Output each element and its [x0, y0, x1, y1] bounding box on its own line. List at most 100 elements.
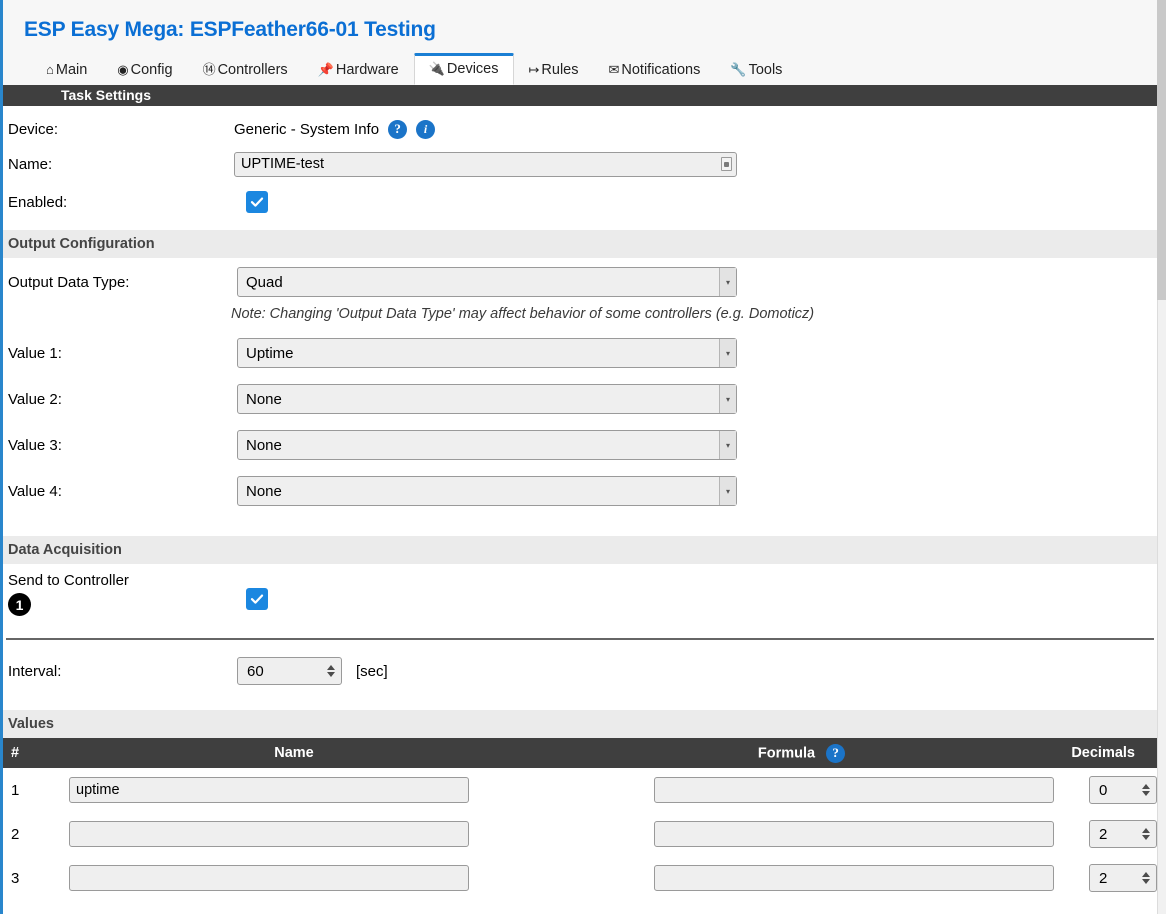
- stepper-arrows-icon[interactable]: [1142, 784, 1150, 796]
- row-2-name-cell: [39, 812, 549, 856]
- value-3-select[interactable]: None ▾: [237, 430, 737, 460]
- tab-rules[interactable]: ↦ Rules: [514, 55, 594, 86]
- name-row: Name:: [3, 146, 1157, 182]
- value-3-value: None: [246, 436, 282, 454]
- check-icon: [250, 197, 264, 207]
- tab-devices[interactable]: 🔌 Devices: [413, 52, 514, 85]
- chevron-down-icon: ▾: [719, 477, 736, 505]
- scrollbar-thumb[interactable]: [1157, 0, 1166, 300]
- chat-icon: ⑭: [202, 62, 216, 78]
- tab-controllers-label: Controllers: [217, 61, 288, 78]
- row-2-num: 2: [11, 825, 20, 843]
- row-1-num: 1: [11, 781, 20, 799]
- row-2-formula-input[interactable]: [654, 821, 1054, 847]
- tab-main[interactable]: ⌂ Main: [31, 55, 102, 86]
- stepper-arrows-icon[interactable]: [1142, 872, 1150, 884]
- stepper-arrows-icon[interactable]: [327, 665, 335, 677]
- page-root: ESP Easy Mega: ESPFeather66-01 Testing ⌂…: [0, 0, 1166, 914]
- table-row: 3 2: [3, 856, 1157, 900]
- device-help-icon[interactable]: ?: [388, 119, 408, 139]
- value-4-select[interactable]: None ▾: [237, 476, 737, 506]
- row-1-name-input[interactable]: [69, 777, 469, 803]
- values-table: # Name Formula ? Decimals 1 uptime 0 2 2…: [3, 738, 1157, 900]
- row-3-formula-cell: [549, 856, 1054, 900]
- values-table-body: 1 0: [3, 768, 1157, 900]
- tab-hardware-label: Hardware: [335, 61, 399, 78]
- name-label: Name:: [8, 155, 53, 173]
- datalist-dropdown-icon[interactable]: [721, 157, 732, 171]
- wrench-icon: 🔧: [730, 62, 747, 78]
- send-to-controller-label-group: Send to Controller 1: [8, 572, 234, 616]
- row-3-decimals-stepper[interactable]: 2: [1089, 864, 1157, 892]
- value-1-row: Value 1: Uptime ▾: [3, 330, 1157, 376]
- device-label: Device:: [8, 120, 59, 138]
- arrow-branch-icon: ↦: [528, 62, 540, 78]
- value-2-row: Value 2: None ▾: [3, 376, 1157, 422]
- value-4-value: None: [246, 482, 282, 500]
- row-3-name-cell: [39, 856, 549, 900]
- row-1-decimals-stepper[interactable]: 0: [1089, 776, 1157, 804]
- enabled-row: Enabled:: [3, 182, 1157, 222]
- check-icon: [250, 594, 264, 604]
- col-header-decimals: Decimals: [1054, 738, 1157, 768]
- task-settings-bar: Task Settings: [3, 85, 1157, 106]
- row-1-decimals-value: 0: [1099, 781, 1108, 799]
- value-2-select[interactable]: None ▾: [237, 384, 737, 414]
- row-3-name-input[interactable]: [69, 865, 469, 891]
- left-accent-strip: [0, 0, 3, 914]
- tab-config-label: Config: [130, 61, 173, 78]
- tab-notifications[interactable]: ✉ Notifications: [593, 55, 715, 86]
- data-acquisition-header: Data Acquisition: [3, 536, 1157, 564]
- tab-tools-label: Tools: [748, 61, 783, 78]
- enabled-checkbox[interactable]: [246, 191, 268, 213]
- row-3-formula-input[interactable]: [654, 865, 1054, 891]
- chevron-down-icon: ▾: [719, 268, 736, 296]
- table-row: 1 0: [3, 768, 1157, 812]
- output-data-type-select[interactable]: Quad ▾: [237, 267, 737, 297]
- tab-controllers[interactable]: ⑭ Controllers: [188, 55, 303, 86]
- tab-hardware[interactable]: 📌 Hardware: [303, 55, 414, 86]
- value-1-select[interactable]: Uptime ▾: [237, 338, 737, 368]
- value-3-row: Value 3: None ▾: [3, 422, 1157, 468]
- stepper-arrows-icon[interactable]: [1142, 828, 1150, 840]
- interval-value: 60: [247, 662, 264, 680]
- tab-config[interactable]: ◉ Config: [102, 55, 187, 86]
- gear-icon: ◉: [117, 62, 129, 78]
- tab-devices-label: Devices: [446, 60, 499, 77]
- tab-tools[interactable]: 🔧 Tools: [715, 55, 797, 86]
- interval-stepper[interactable]: 60: [237, 657, 342, 685]
- tab-rules-label: Rules: [541, 61, 579, 78]
- row-2-decimals-value: 2: [1099, 825, 1108, 843]
- interval-row: Interval: 60 [sec]: [3, 640, 1157, 702]
- formula-help-icon[interactable]: ?: [826, 743, 846, 763]
- row-1-name-cell: [39, 768, 549, 812]
- interval-label: Interval:: [8, 662, 62, 680]
- value-2-label: Value 2:: [8, 390, 62, 408]
- value-1-label: Value 1:: [8, 344, 62, 362]
- row-2-name-input[interactable]: [69, 821, 469, 847]
- page-scrollbar[interactable]: [1157, 0, 1166, 914]
- main-nav-tabs: ⌂ Main ◉ Config ⑭ Controllers 📌 Hardware…: [31, 52, 797, 86]
- col-header-formula-label: Formula: [757, 744, 816, 761]
- name-input[interactable]: [234, 151, 737, 177]
- interval-unit: [sec]: [356, 662, 388, 680]
- col-header-formula: Formula ?: [549, 738, 1054, 768]
- output-data-type-value: Quad: [246, 273, 283, 291]
- pin-icon: 📌: [317, 62, 334, 78]
- envelope-icon: ✉: [608, 62, 620, 78]
- row-3-decimals-value: 2: [1099, 869, 1108, 887]
- row-2-decimals-stepper[interactable]: 2: [1089, 820, 1157, 848]
- chevron-down-icon: ▾: [719, 431, 736, 459]
- send-to-controller-checkbox[interactable]: [246, 588, 268, 610]
- device-info-icon[interactable]: i: [416, 119, 436, 139]
- send-to-controller-row: Send to Controller 1: [3, 564, 1157, 638]
- output-data-type-note: Note: Changing 'Output Data Type' may af…: [231, 306, 815, 322]
- row-1-formula-input[interactable]: [654, 777, 1054, 803]
- value-4-label: Value 4:: [8, 482, 62, 500]
- values-table-header-row: # Name Formula ? Decimals: [3, 738, 1157, 768]
- page-content: ESP Easy Mega: ESPFeather66-01 Testing ⌂…: [3, 0, 1157, 914]
- value-2-value: None: [246, 390, 282, 408]
- row-1-formula-cell: [549, 768, 1054, 812]
- values-table-head: # Name Formula ? Decimals: [3, 738, 1157, 768]
- value-4-row: Value 4: None ▾: [3, 468, 1157, 514]
